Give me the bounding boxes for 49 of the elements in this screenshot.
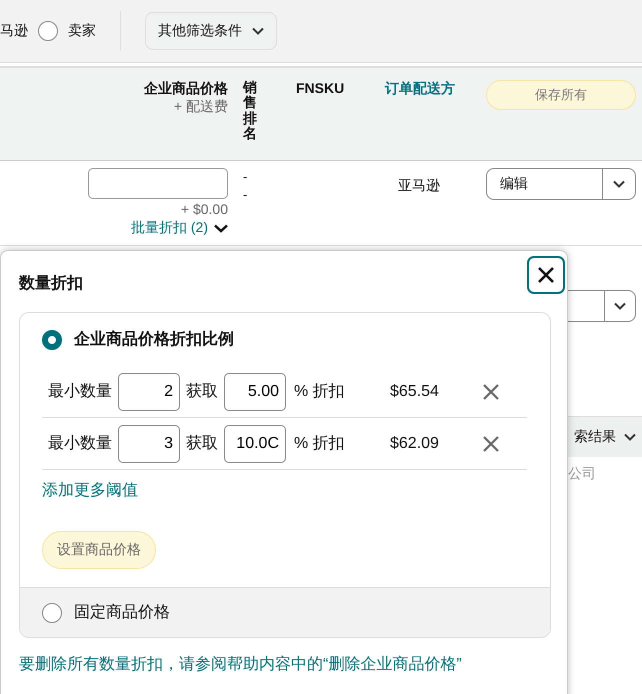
radio-button[interactable]: [42, 602, 62, 622]
fulfillment-text: 亚马逊: [398, 177, 440, 193]
remove-button[interactable]: [482, 434, 500, 452]
sales-rank: -: [243, 186, 248, 204]
chevron-icon: [214, 224, 228, 232]
sales-rank: -: [243, 168, 248, 186]
caret-icon: [613, 180, 625, 188]
radio-label: 马逊: [0, 22, 28, 40]
price-field[interactable]: [88, 168, 228, 199]
company-text: 公司: [567, 464, 597, 483]
close-button[interactable]: [527, 256, 565, 294]
column-subheader: + 配送费: [174, 98, 228, 116]
shipping-fee: + $0.00: [180, 201, 228, 217]
remove-button[interactable]: [482, 382, 500, 400]
add-threshold-link[interactable]: 添加更多阈值: [42, 480, 138, 501]
get-label: 获取: [186, 382, 218, 402]
column-header: 销售排名: [243, 80, 257, 142]
bulk-discount-link[interactable]: 批量折扣 (2): [131, 219, 228, 237]
popover-title: 数量折扣: [19, 274, 84, 294]
column-header-link[interactable]: 订单配送方: [385, 80, 455, 96]
edit-dropdown[interactable]: 编辑: [486, 168, 636, 200]
option-label: 企业商品价格折扣比例: [74, 329, 234, 350]
remove-icon: [482, 382, 500, 400]
discount-unit: % 折扣: [294, 434, 346, 454]
radio-button[interactable]: [38, 21, 58, 41]
caret-icon: [624, 433, 636, 441]
remove-icon: [482, 434, 500, 452]
caret-icon: [614, 302, 626, 310]
min-quantity-label: 最小数量: [47, 434, 112, 454]
radio-button[interactable]: [42, 330, 62, 350]
quantity-field[interactable]: 3: [118, 424, 180, 462]
discount-unit: % 折扣: [294, 382, 346, 402]
column-header: FNSKU: [296, 80, 344, 96]
help-link[interactable]: 要删除所有数量折扣，请参阅帮助内容中的“删除企业商品价格”: [19, 654, 462, 675]
column-header: 企业商品价格: [144, 80, 228, 98]
option-label: 固定商品价格: [74, 602, 170, 623]
caret-icon: [252, 27, 264, 35]
save-all-button[interactable]: 保存所有: [486, 80, 636, 110]
quantity-field[interactable]: 2: [118, 372, 180, 410]
get-label: 获取: [186, 434, 218, 454]
filter-dropdown[interactable]: 其他筛选条件: [145, 12, 277, 50]
close-icon: [537, 266, 555, 284]
radio-label: 卖家: [68, 22, 96, 40]
tier-price: $65.54: [390, 382, 440, 400]
set-price-button[interactable]: 设置商品价格: [42, 531, 156, 569]
percent-field[interactable]: 10.0C: [224, 424, 286, 462]
percent-field[interactable]: 5.00: [224, 372, 286, 410]
min-quantity-label: 最小数量: [47, 382, 112, 402]
tier-price: $62.09: [390, 434, 440, 452]
